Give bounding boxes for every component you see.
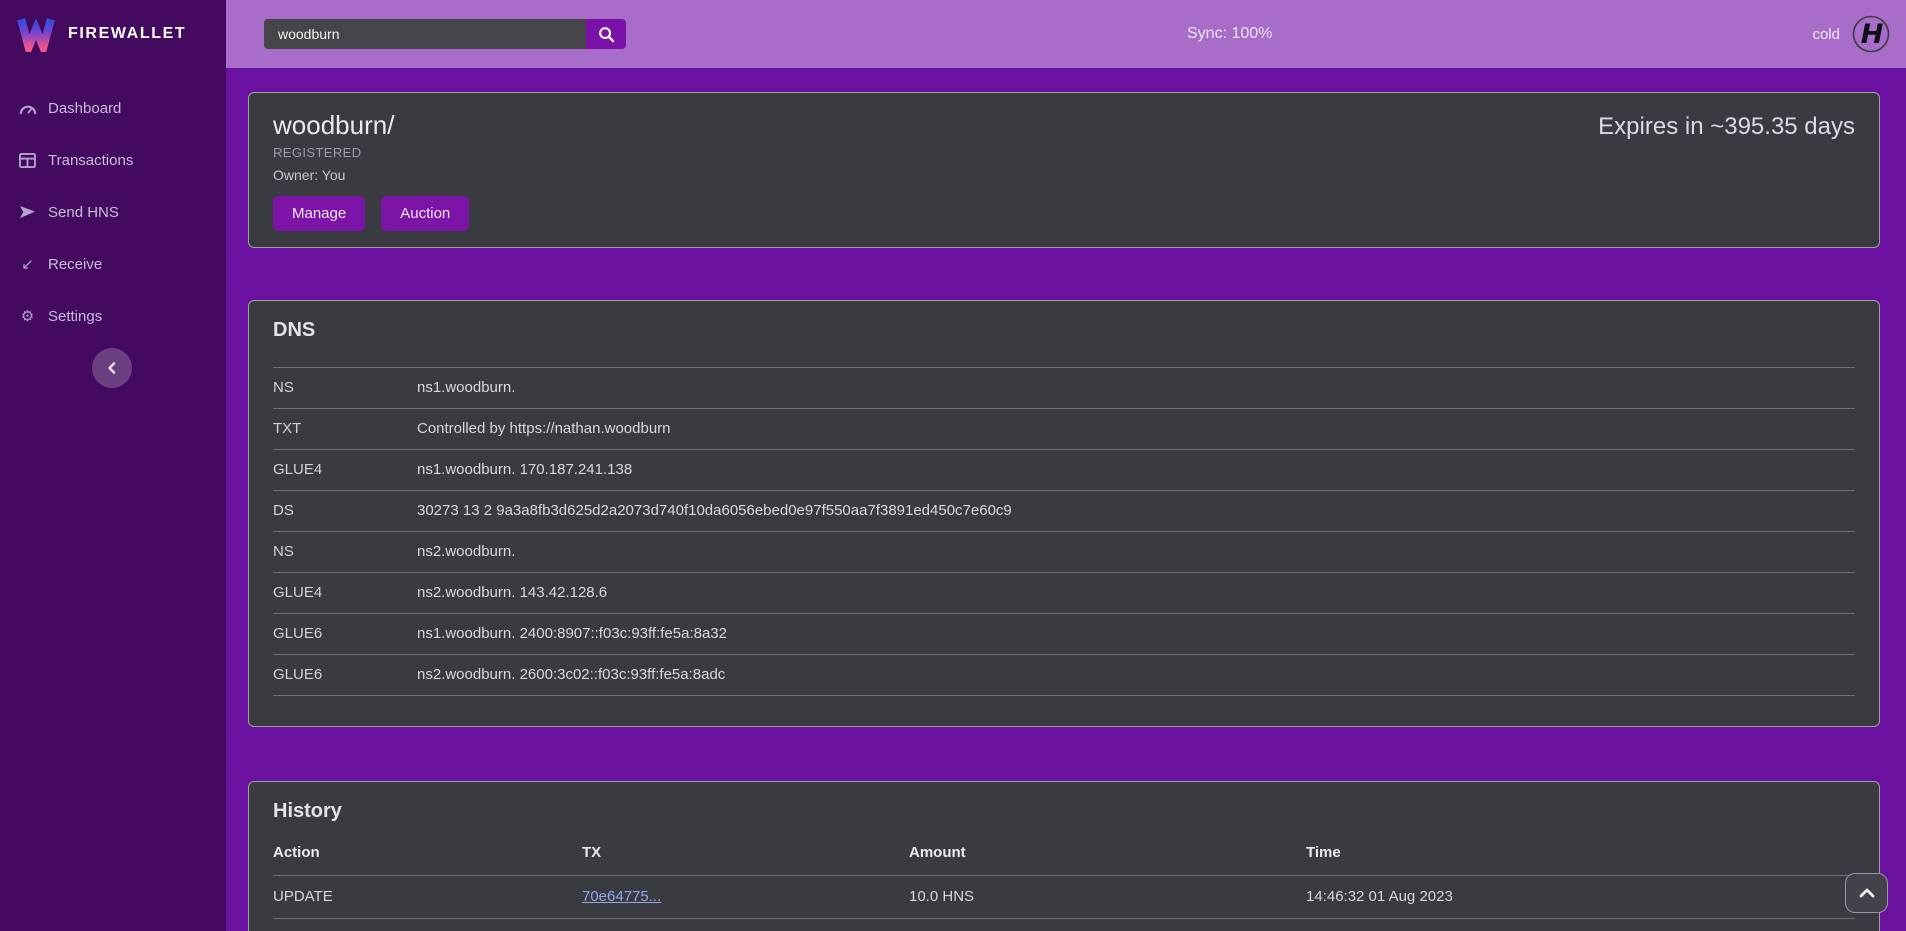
- sync-status: Sync: 100%: [1187, 25, 1272, 43]
- chevron-up-icon: [1859, 888, 1875, 898]
- wallet-switcher[interactable]: cold H: [1812, 15, 1890, 53]
- search-box: [264, 19, 626, 49]
- domain-info: woodburn/ REGISTERED Owner: You Manage A…: [273, 109, 469, 231]
- column-header-time: Time: [1306, 844, 1855, 861]
- manage-button[interactable]: Manage: [273, 196, 365, 231]
- dns-record-value: ns1.woodburn. 170.187.241.138: [417, 460, 632, 480]
- column-header-amount: Amount: [909, 844, 1306, 861]
- brand-header: FIREWALLET: [0, 0, 226, 68]
- receive-arrow-icon: ↙: [18, 255, 37, 273]
- page-content: woodburn/ REGISTERED Owner: You Manage A…: [226, 68, 1906, 931]
- sidebar-item-label: Send HNS: [48, 204, 119, 221]
- dns-record-row: GLUE4 ns1.woodburn. 170.187.241.138: [273, 449, 1855, 490]
- sidebar-item-label: Transactions: [48, 152, 133, 169]
- svg-text:H: H: [1861, 19, 1884, 50]
- table-icon: [18, 153, 37, 168]
- dns-card: DNS NS ns1.woodburn. TXT Controlled by h…: [248, 300, 1880, 727]
- history-table-body: UPDATE 70e64775... 10.0 HNS 14:46:32 01 …: [273, 875, 1855, 931]
- gear-icon: ⚙: [18, 307, 37, 325]
- domain-actions: Manage Auction: [273, 196, 469, 231]
- dns-record-row: GLUE6 ns2.woodburn. 2600:3c02::f03c:93ff…: [273, 654, 1855, 696]
- history-row: UPDATE 70e64775... 10.0 HNS 14:46:32 01 …: [273, 875, 1855, 918]
- dns-table: NS ns1.woodburn. TXT Controlled by https…: [273, 367, 1855, 696]
- dns-record-type: GLUE6: [273, 665, 417, 685]
- domain-name-title: woodburn/: [273, 109, 469, 141]
- hns-logo-icon: H: [1852, 15, 1890, 53]
- dns-record-row: DS 30273 13 2 9a3a8fb3d625d2a2073d740f10…: [273, 490, 1855, 531]
- sidebar-item-settings[interactable]: ⚙ Settings: [0, 290, 226, 342]
- tx-link[interactable]: 70e64775...: [582, 888, 661, 905]
- dns-record-row: NS ns2.woodburn.: [273, 531, 1855, 572]
- main-area: Sync: 100% cold H woodburn/ REGISTERED O…: [226, 0, 1906, 931]
- history-row: RENEW d73c5e12... 10.0 HNS 15:47:36 05 F…: [273, 918, 1855, 931]
- dns-record-value: ns2.woodburn.: [417, 542, 515, 562]
- sidebar-item-send-hns[interactable]: Send HNS: [0, 186, 226, 238]
- dns-record-value: ns1.woodburn. 2400:8907::f03c:93ff:fe5a:…: [417, 624, 727, 644]
- dns-record-type: NS: [273, 542, 417, 562]
- column-header-tx: TX: [582, 844, 909, 861]
- sidebar-item-label: Receive: [48, 256, 102, 273]
- domain-status-badge: REGISTERED: [273, 145, 469, 160]
- search-input[interactable]: [264, 19, 586, 49]
- dns-record-type: GLUE6: [273, 624, 417, 644]
- search-icon: [598, 26, 615, 43]
- dns-record-row: GLUE4 ns2.woodburn. 143.42.128.6: [273, 572, 1855, 613]
- dns-record-type: NS: [273, 378, 417, 398]
- brand-name: FIREWALLET: [68, 25, 186, 43]
- expires-label: Expires in ~395.35 days: [1598, 109, 1855, 231]
- dns-record-value: ns1.woodburn.: [417, 378, 515, 398]
- dns-record-row: TXT Controlled by https://nathan.woodbur…: [273, 408, 1855, 449]
- dns-title: DNS: [273, 315, 1855, 345]
- sidebar-nav: Dashboard Transactions Send HNS ↙ Receiv…: [0, 68, 226, 342]
- sidebar-item-dashboard[interactable]: Dashboard: [0, 82, 226, 134]
- dns-record-value: 30273 13 2 9a3a8fb3d625d2a2073d740f10da6…: [417, 501, 1012, 521]
- sidebar-item-label: Settings: [48, 308, 102, 325]
- column-header-action: Action: [273, 844, 582, 861]
- chevron-left-icon: [105, 361, 119, 375]
- topbar: Sync: 100% cold H: [226, 0, 1906, 68]
- domain-card: woodburn/ REGISTERED Owner: You Manage A…: [248, 92, 1880, 248]
- dns-record-row: GLUE6 ns1.woodburn. 2400:8907::f03c:93ff…: [273, 613, 1855, 654]
- dashboard-icon: [18, 101, 37, 116]
- firewallet-logo-icon: [16, 16, 56, 52]
- sidebar: FIREWALLET Dashboard Transactions Send H…: [0, 0, 226, 931]
- scroll-to-top-button[interactable]: [1845, 873, 1888, 913]
- history-time: 14:46:32 01 Aug 2023: [1306, 887, 1855, 907]
- sidebar-item-transactions[interactable]: Transactions: [0, 134, 226, 186]
- dns-record-type: GLUE4: [273, 460, 417, 480]
- search-button[interactable]: [586, 19, 626, 49]
- wallet-name: cold: [1812, 26, 1840, 43]
- dns-record-row: NS ns1.woodburn.: [273, 367, 1855, 408]
- dns-record-type: DS: [273, 501, 417, 521]
- sidebar-collapse-button[interactable]: [92, 348, 132, 388]
- dns-record-type: GLUE4: [273, 583, 417, 603]
- history-title: History: [273, 796, 1855, 826]
- sidebar-item-receive[interactable]: ↙ Receive: [0, 238, 226, 290]
- history-card: History Action TX Amount Time UPDATE 70e…: [248, 781, 1880, 931]
- sidebar-item-label: Dashboard: [48, 100, 121, 117]
- domain-owner-label: Owner: You: [273, 167, 469, 183]
- auction-button[interactable]: Auction: [381, 196, 469, 231]
- history-amount: 10.0 HNS: [909, 887, 1306, 907]
- app-window: FIREWALLET Dashboard Transactions Send H…: [0, 0, 1906, 931]
- history-header-row: Action TX Amount Time: [273, 832, 1855, 875]
- send-icon: [18, 205, 37, 220]
- dns-record-type: TXT: [273, 419, 417, 439]
- dns-record-value: Controlled by https://nathan.woodburn: [417, 419, 671, 439]
- dns-record-value: ns2.woodburn. 2600:3c02::f03c:93ff:fe5a:…: [417, 665, 725, 685]
- dns-record-value: ns2.woodburn. 143.42.128.6: [417, 583, 607, 603]
- history-action: UPDATE: [273, 887, 582, 907]
